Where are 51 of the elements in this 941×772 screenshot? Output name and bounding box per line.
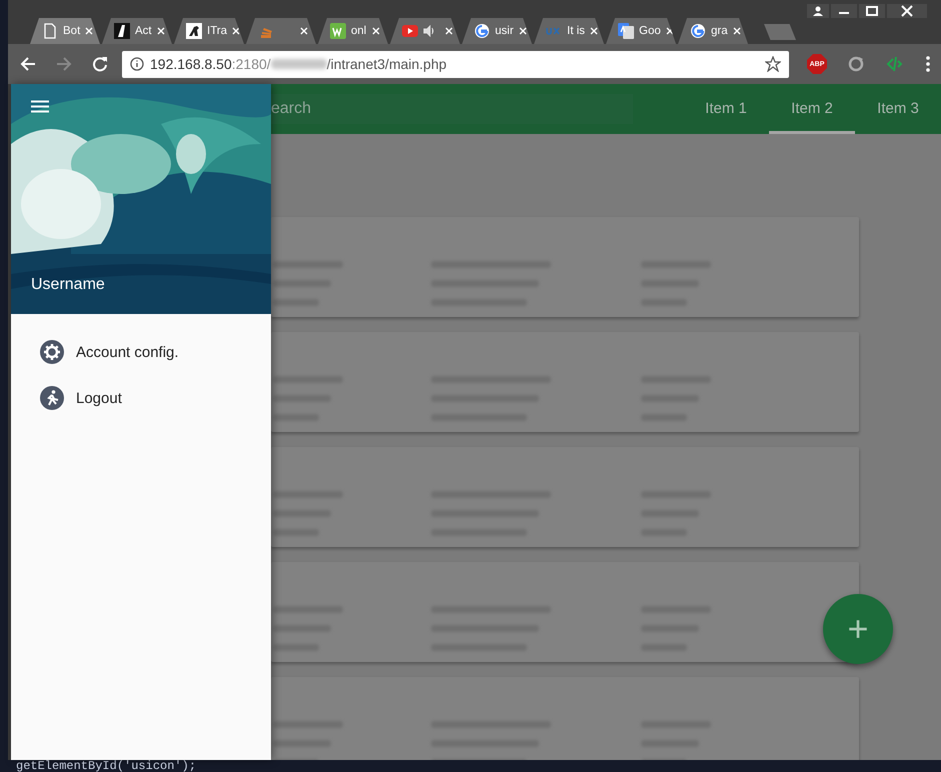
w3-logo-icon [330, 23, 346, 39]
nav-tab[interactable]: Item 2 [769, 84, 855, 134]
star-icon[interactable] [765, 56, 781, 72]
nav-tab[interactable]: Item 3 [855, 84, 941, 134]
menu-icon[interactable] [31, 100, 49, 113]
search-field[interactable]: earch [271, 94, 633, 124]
browser-tab[interactable]: Goo [606, 18, 676, 44]
code-line: getElementById('usicon'); [16, 760, 196, 772]
g-logo-icon [690, 23, 706, 39]
close-icon[interactable] [887, 4, 927, 18]
username: Username [31, 276, 105, 294]
close-tab-icon[interactable] [156, 27, 165, 35]
play-icon [402, 23, 418, 39]
menu-icon[interactable] [925, 55, 931, 73]
close-tab-icon[interactable] [590, 27, 598, 35]
redacted-mark [270, 59, 327, 69]
walking-person-icon [40, 386, 64, 410]
g-logo-icon [474, 23, 490, 39]
close-tab-icon[interactable] [232, 27, 240, 35]
dinosaur-icon [186, 23, 202, 39]
profile-icon[interactable] [807, 4, 829, 18]
menu-item[interactable]: Logout [40, 386, 271, 410]
url-text: 192.168.8.50:2180/ /intranet3/main.php [150, 56, 448, 72]
browser-tab[interactable]: usir [462, 18, 532, 44]
browser-tab[interactable]: Bot [30, 18, 100, 44]
info-icon[interactable] [130, 57, 144, 71]
close-tab-icon[interactable] [300, 27, 308, 35]
address-field[interactable]: 192.168.8.50:2180/ /intranet3/main.php [122, 50, 789, 78]
nav-tab[interactable]: Item 1 [683, 84, 769, 134]
reload-icon[interactable] [92, 56, 108, 72]
browser-tab[interactable]: It is [534, 18, 604, 44]
minimize-icon[interactable] [831, 4, 857, 18]
close-tab-icon[interactable] [666, 27, 674, 35]
close-tab-icon[interactable] [445, 27, 453, 35]
refresh-circle-icon[interactable] [847, 55, 865, 73]
close-tab-icon[interactable] [732, 27, 741, 35]
add-button[interactable]: + [823, 594, 893, 664]
close-tab-icon[interactable] [372, 27, 380, 35]
close-tab-icon[interactable] [518, 27, 527, 35]
browser-tab[interactable]: Act [102, 18, 172, 44]
back-icon[interactable] [20, 56, 36, 72]
browser-tab[interactable]: gra [678, 18, 748, 44]
letter-logo-icon [114, 23, 130, 39]
browser-tab[interactable]: ITra [174, 18, 244, 44]
browser-tab[interactable]: onl [318, 18, 388, 44]
speaker-icon[interactable] [423, 25, 435, 37]
translate-icon [618, 23, 634, 39]
maximize-icon[interactable] [859, 4, 885, 18]
settings-icon [40, 340, 64, 364]
menu-item[interactable]: Account config. [40, 340, 271, 364]
document-icon [42, 23, 58, 39]
